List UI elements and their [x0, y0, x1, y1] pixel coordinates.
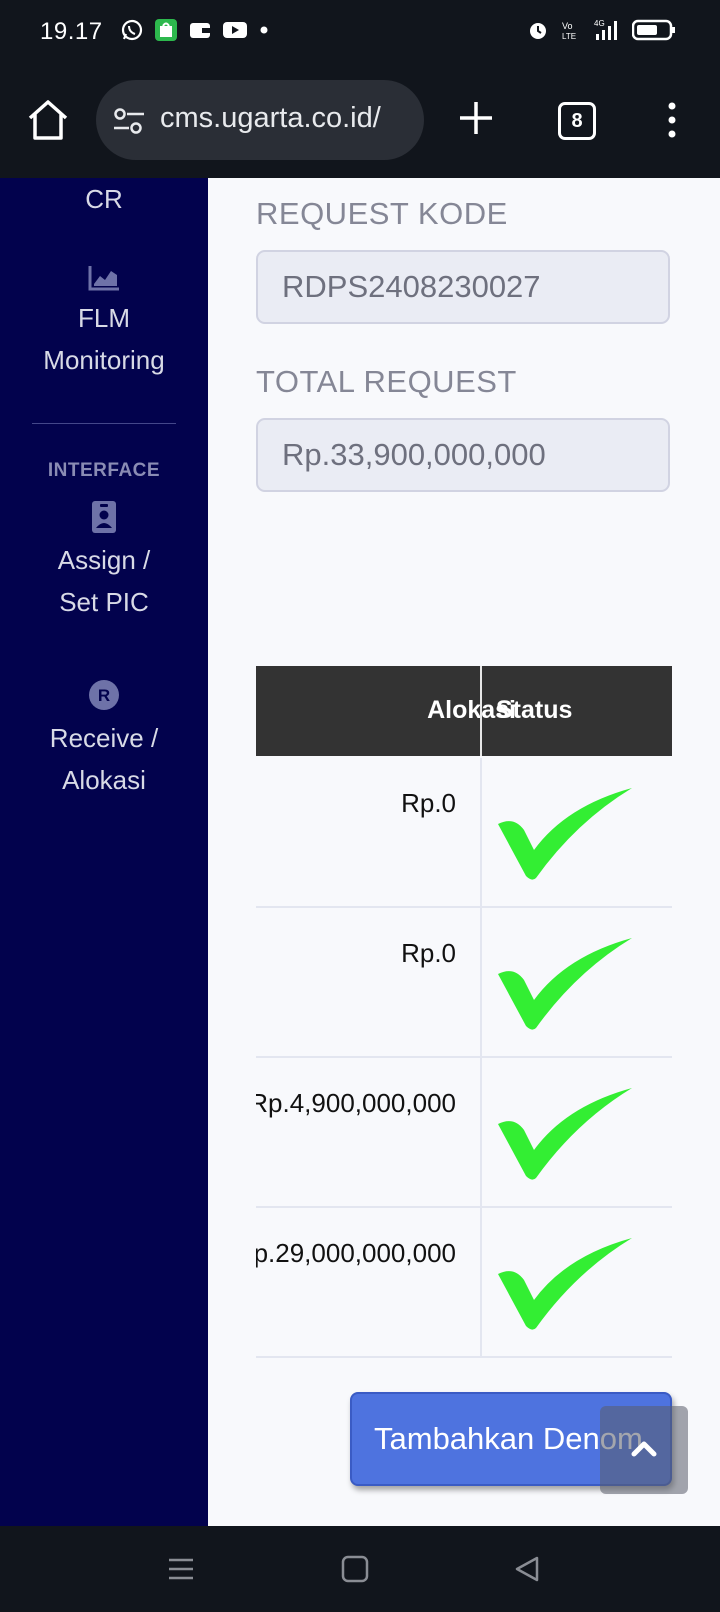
url-text[interactable]: cms.ugarta.co.id/	[160, 102, 416, 135]
request-kode-label: REQUEST KODE	[256, 196, 508, 231]
main-content: REQUEST KODE RDPS2408230027 TOTAL REQUES…	[208, 178, 720, 1526]
battery-icon	[632, 19, 675, 41]
sidebar-item-label: FLM	[78, 303, 130, 333]
table-row: Rp.0	[256, 908, 672, 1058]
system-icons: Vo LTE 4G	[526, 18, 676, 42]
url-bar[interactable]: cms.ugarta.co.id/	[96, 80, 424, 160]
home-icon[interactable]	[22, 94, 74, 146]
check-icon	[498, 1238, 632, 1330]
shop-icon	[155, 19, 177, 41]
youtube-icon	[223, 22, 247, 38]
svg-text:4G: 4G	[594, 19, 605, 28]
browser-toolbar: cms.ugarta.co.id/ 8	[0, 66, 720, 178]
table-row: Rp.0	[256, 758, 672, 908]
column-divider	[480, 908, 482, 1056]
allocation-table[interactable]: Alokasi Status Rp.0 Rp.0 Rp.4,900,000,00…	[256, 666, 672, 1386]
svg-text:Vo: Vo	[562, 21, 573, 31]
system-navigation-bar	[0, 1526, 720, 1612]
id-badge-icon	[92, 501, 116, 533]
sidebar-item-cr[interactable]: CR	[0, 178, 208, 220]
recent-apps-icon[interactable]	[166, 1554, 196, 1584]
sidebar-item-label: Set PIC	[59, 587, 149, 617]
svg-text:R: R	[98, 686, 110, 705]
sidebar-divider	[32, 423, 176, 424]
cell-alokasi: Rp.0	[401, 788, 456, 818]
sidebar: CR FLM Monitoring INTERFACE Assign / Set…	[0, 178, 208, 1526]
total-request-label: TOTAL REQUEST	[256, 364, 517, 399]
request-kode-field[interactable]: RDPS2408230027	[256, 250, 670, 324]
cell-alokasi: Rp.29,000,000,000	[256, 1238, 456, 1268]
sidebar-item-label: Receive /	[49, 723, 159, 753]
sidebar-item-label: Alokasi	[62, 765, 146, 795]
cell-alokasi: Rp.0	[401, 938, 456, 968]
registered-icon: R	[89, 680, 119, 710]
volte-icon: VoLTE	[562, 21, 576, 41]
signal-icon: 4G	[594, 19, 617, 40]
site-settings-icon[interactable]	[112, 106, 146, 136]
sidebar-heading-interface: INTERFACE	[47, 460, 161, 481]
column-divider	[480, 666, 482, 756]
sidebar-item-receive-alokasi[interactable]: R Receive / Alokasi	[0, 678, 208, 801]
dot-icon	[260, 26, 268, 34]
sidebar-item-assign-pic[interactable]: Assign / Set PIC	[0, 500, 208, 623]
home-nav-icon[interactable]	[340, 1554, 370, 1584]
alarm-icon	[530, 23, 546, 39]
check-icon	[498, 1088, 632, 1180]
check-icon	[498, 938, 632, 1030]
new-tab-icon[interactable]	[456, 98, 496, 138]
scroll-to-top-button[interactable]	[600, 1406, 688, 1494]
sidebar-item-flm-monitoring[interactable]: FLM Monitoring	[0, 264, 208, 381]
tab-switcher-button[interactable]: 8	[558, 102, 596, 140]
chevron-up-icon	[631, 1441, 657, 1457]
clock: 19.17	[40, 18, 103, 45]
column-divider	[480, 758, 482, 906]
svg-text:LTE: LTE	[562, 32, 576, 41]
notification-icons	[120, 18, 270, 42]
status-bar: 19.17 Vo LTE 4G	[0, 0, 720, 66]
column-header-status[interactable]: Status	[496, 696, 572, 725]
sidebar-item-label: CR	[85, 184, 123, 214]
table-row: Rp.4,900,000,000	[256, 1058, 672, 1208]
table-row: Rp.29,000,000,000	[256, 1208, 672, 1358]
chart-area-icon	[88, 266, 119, 291]
more-menu-icon[interactable]	[664, 100, 680, 140]
check-icon	[498, 788, 632, 880]
sidebar-item-label: Monitoring	[43, 345, 165, 375]
column-divider	[480, 1058, 482, 1206]
table-header: Alokasi Status	[256, 666, 672, 756]
back-icon[interactable]	[512, 1554, 542, 1584]
cell-alokasi: Rp.4,900,000,000	[256, 1088, 456, 1118]
total-request-field[interactable]: Rp.33,900,000,000	[256, 418, 670, 492]
sidebar-item-label: Assign /	[57, 545, 151, 575]
column-divider	[480, 1208, 482, 1356]
wallet-icon	[190, 23, 210, 38]
whatsapp-icon	[121, 19, 143, 41]
